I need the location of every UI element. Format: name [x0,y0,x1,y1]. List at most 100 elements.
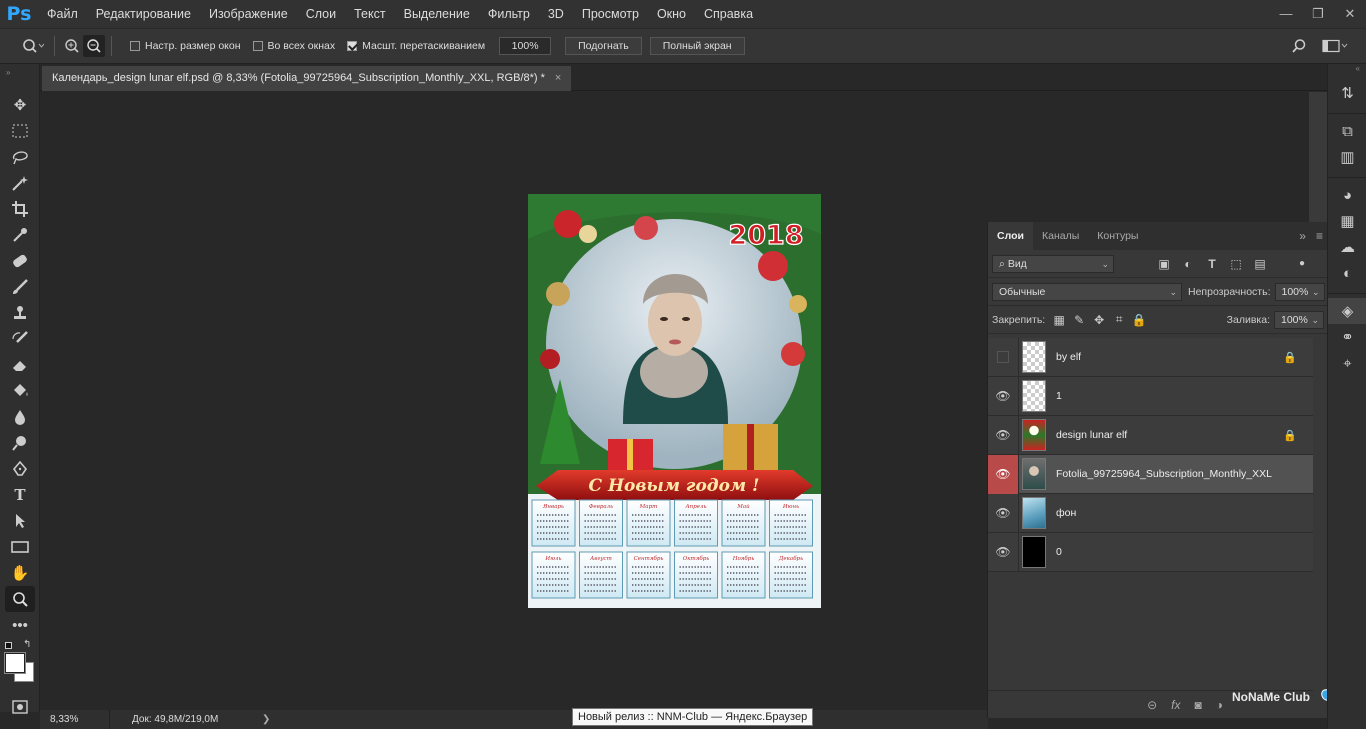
add-mask-icon[interactable]: ◙ [1195,698,1202,712]
resize-windows-checkbox[interactable] [130,41,140,51]
menu-window[interactable]: Окно [648,0,695,28]
menu-filter[interactable]: Фильтр [479,0,539,28]
lock-transparency-icon[interactable]: ▦ [1049,313,1069,327]
paint-bucket-tool-icon[interactable] [0,378,40,404]
filter-shape-icon[interactable]: ⬚ [1226,257,1246,271]
tab-layers[interactable]: Слои [988,222,1033,250]
fx-icon[interactable]: fx [1171,698,1180,712]
lock-all-icon[interactable]: 🔒 [1129,313,1149,327]
filter-smart-object-icon[interactable]: ▤ [1250,257,1270,271]
eye-visibility-icon[interactable]: 👁 [988,454,1019,494]
channels-panel-icon[interactable]: ⚭ [1328,324,1366,350]
zoom-value-field[interactable]: 100% [499,37,552,55]
menu-image[interactable]: Изображение [200,0,297,28]
close-button[interactable]: ✕ [1334,0,1366,28]
document-canvas[interactable]: 2018 С Новым годом ! Январь Февраль Март Ап… [528,194,821,608]
eye-visibility-icon[interactable]: 👁 [988,532,1019,572]
link-layers-icon[interactable]: ⊝ [1147,698,1157,712]
healing-brush-tool-icon[interactable] [0,248,40,274]
new-adjustment-icon[interactable]: ◑ [1216,698,1223,712]
collapse-panel-icon[interactable]: » [1299,222,1306,250]
panel-menu-icon[interactable]: ≡ [1316,222,1323,250]
filter-pixel-icon[interactable]: ▣ [1154,257,1174,271]
search-icon[interactable] [1288,35,1310,57]
eye-visibility-icon[interactable]: 👁 [988,493,1019,533]
rectangle-tool-icon[interactable] [0,534,40,560]
menu-type[interactable]: Текст [345,0,394,28]
default-colors-icon[interactable] [5,642,12,649]
status-menu-arrow[interactable]: ❯ [252,714,270,725]
resize-windows-option[interactable]: Настр. размер окон [130,40,241,52]
crop-tool-icon[interactable] [0,196,40,222]
minimize-button[interactable]: — [1270,0,1302,28]
layer-row[interactable]: 👁 design lunar elf 🔒 [988,415,1313,455]
filter-type-icon[interactable]: T [1202,257,1222,271]
foreground-color-swatch[interactable] [4,652,26,674]
filter-kind-dropdown[interactable]: ⌕ Вид ⌄ [992,254,1114,273]
all-windows-option[interactable]: Во всех окнах [252,40,335,52]
swatches-panel-icon[interactable]: ▦ [1328,208,1366,234]
more-tools-icon[interactable]: ••• [0,612,40,638]
type-tool-icon[interactable]: T [0,482,40,508]
layer-row[interactable]: 👁 0 [988,532,1313,572]
history-brush-tool-icon[interactable] [0,326,40,352]
libraries-panel-icon[interactable]: ▥ [1328,144,1366,170]
menu-select[interactable]: Выделение [395,0,479,28]
menu-3d[interactable]: 3D [539,0,573,28]
layers-panel-icon[interactable]: ◈ [1328,298,1366,324]
eye-visibility-icon[interactable]: 👁 [988,415,1019,455]
marquee-tool-icon[interactable] [0,118,40,144]
hand-tool-icon[interactable]: ✋ [0,560,40,586]
color-swatches[interactable]: ↰ [0,638,39,694]
lasso-tool-icon[interactable] [0,144,40,170]
tab-paths[interactable]: Контуры [1088,222,1147,250]
layer-row[interactable]: 👁 1 [988,376,1313,416]
color-panel-icon[interactable]: ◕ [1328,182,1366,208]
zoom-tool-preset-icon[interactable] [18,35,48,57]
paths-panel-icon[interactable]: ⌖ [1328,350,1366,376]
brush-tool-icon[interactable] [0,274,40,300]
menu-view[interactable]: Просмотр [573,0,648,28]
cc-libraries-icon[interactable]: ☁ [1328,234,1366,260]
document-tab[interactable]: Календарь_design lunar elf.psd @ 8,33% (… [42,66,572,91]
zoom-out-icon[interactable] [83,35,105,57]
clone-stamp-tool-icon[interactable] [0,300,40,326]
adjustments-panel-icon[interactable]: ◐ [1328,260,1366,286]
fill-field[interactable]: 100% ⌄ [1274,310,1324,329]
lock-position-icon[interactable]: ✥ [1089,313,1109,327]
opacity-field[interactable]: 100% ⌄ [1274,282,1325,301]
filter-adjustment-icon[interactable]: ◐ [1178,257,1198,271]
layer-row[interactable]: 👁 Fotolia_99725964_Subscription_Monthly_X… [988,454,1313,494]
layer-row[interactable]: 👁 фон [988,493,1313,533]
all-windows-checkbox[interactable] [252,41,263,51]
quick-mask-icon[interactable] [0,694,40,720]
properties-panel-icon[interactable]: ⧉ [1328,118,1366,144]
menu-layer[interactable]: Слои [297,0,345,28]
tab-channels[interactable]: Каналы [1033,222,1088,250]
lock-artboard-icon[interactable]: ⌗ [1109,312,1129,327]
path-selection-tool-icon[interactable] [0,508,40,534]
visibility-toggle[interactable] [988,337,1019,377]
history-panel-icon[interactable]: ⇅ [1328,80,1366,106]
fullscreen-button[interactable]: Полный экран [649,37,745,55]
dodge-tool-icon[interactable] [0,430,40,456]
dock-collapse-icon[interactable]: « [1328,64,1366,80]
zoom-in-icon[interactable] [61,35,83,57]
blur-tool-icon[interactable] [0,404,40,430]
pen-tool-icon[interactable] [0,456,40,482]
menu-file[interactable]: Файл [38,0,87,28]
move-tool-icon[interactable]: ✥ [0,92,40,118]
eraser-tool-icon[interactable] [0,352,40,378]
fit-screen-button[interactable]: Подогнать [565,37,642,55]
filter-toggle-icon[interactable]: ● [1299,258,1305,269]
zoom-tool-icon[interactable] [5,586,35,612]
layer-row[interactable]: by elf 🔒 [988,337,1313,377]
scrubby-zoom-option[interactable]: Масшт. перетаскиванием [347,40,485,52]
blend-mode-dropdown[interactable]: Обычные ⌄ [992,282,1182,301]
eyedropper-tool-icon[interactable] [0,222,40,248]
swap-colors-icon[interactable]: ↰ [23,639,31,650]
toolbar-collapse-icon[interactable]: » [0,64,39,92]
workspace-switcher-icon[interactable] [1320,35,1350,57]
lock-image-icon[interactable]: ✎ [1069,313,1089,327]
restore-button[interactable]: ❐ [1302,0,1334,28]
